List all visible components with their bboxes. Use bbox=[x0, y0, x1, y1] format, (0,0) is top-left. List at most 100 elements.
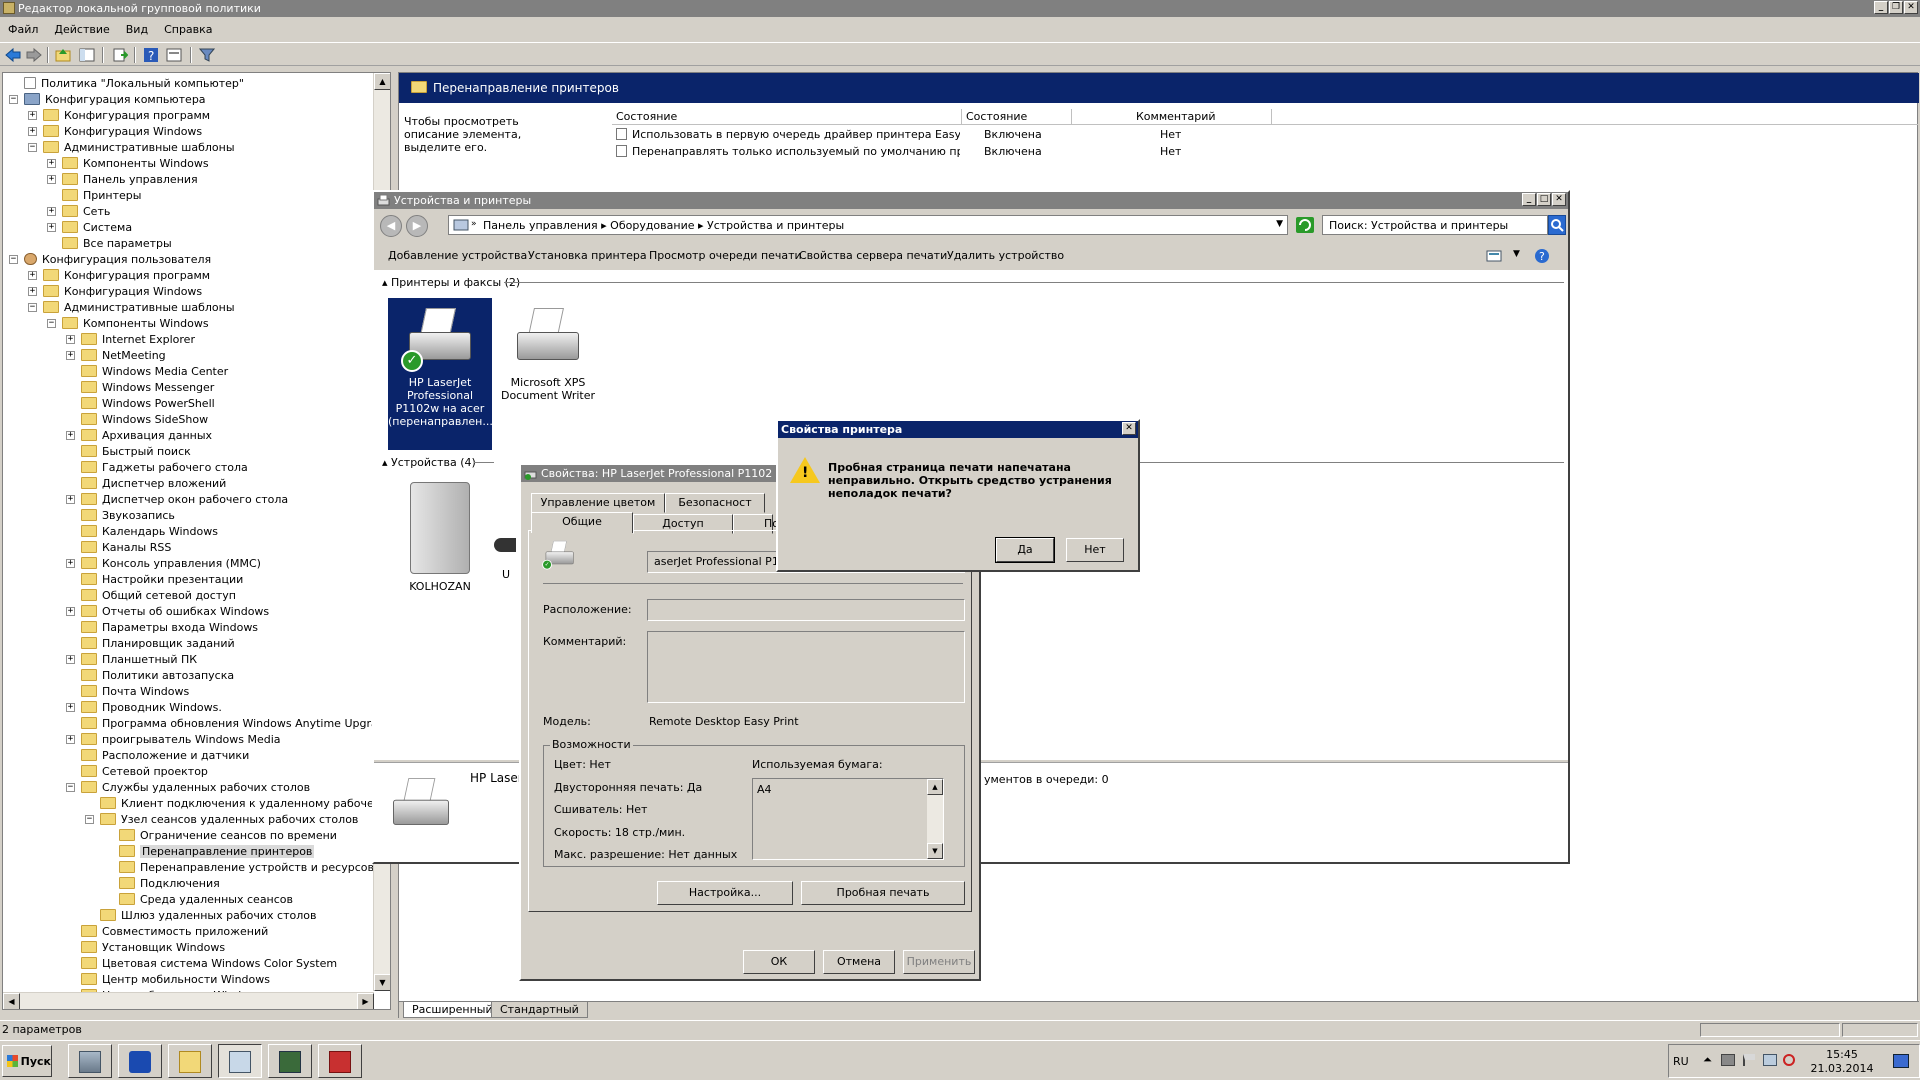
close-button[interactable]: ✕ bbox=[1552, 193, 1566, 206]
collapse-icon[interactable]: − bbox=[9, 254, 18, 264]
minimize-button[interactable]: _ bbox=[1522, 193, 1536, 206]
chevron-down-icon[interactable]: ▼ bbox=[1276, 219, 1283, 229]
filter-icon[interactable] bbox=[199, 47, 215, 63]
expand-icon[interactable]: + bbox=[47, 158, 56, 168]
tree-item[interactable]: Windows PowerShell bbox=[66, 395, 215, 411]
tree-item[interactable]: + Конфигурация программ bbox=[28, 107, 210, 123]
tree-item[interactable]: + Конфигурация Windows bbox=[28, 283, 202, 299]
paper-list[interactable]: A4 ▲ ▼ bbox=[752, 778, 944, 860]
scroll-up-arrow-icon[interactable]: ▲ bbox=[374, 73, 390, 90]
add-printer-button[interactable]: Установка принтера bbox=[528, 249, 647, 262]
yes-button[interactable]: Да bbox=[995, 537, 1055, 563]
up-folder-icon[interactable] bbox=[55, 47, 71, 63]
back-arrow-icon[interactable] bbox=[5, 47, 21, 63]
tree-item[interactable]: Совместимость приложений bbox=[66, 923, 268, 939]
printer-tray-icon[interactable] bbox=[1721, 1054, 1735, 1066]
tree-item[interactable]: Среда удаленных сеансов bbox=[104, 891, 293, 907]
scroll-left-arrow-icon[interactable]: ◀ bbox=[3, 993, 20, 1009]
tree-item[interactable]: + NetMeeting bbox=[66, 347, 166, 363]
tree-item[interactable]: + Планшетный ПК bbox=[66, 651, 197, 667]
collapse-icon[interactable]: − bbox=[28, 142, 37, 152]
tree-item[interactable]: Ограничение сеансов по времени bbox=[104, 827, 337, 843]
ok-button[interactable]: ОК bbox=[743, 950, 815, 974]
chevron-down-icon[interactable]: ▼ bbox=[1513, 249, 1520, 259]
close-button[interactable]: ✕ bbox=[1122, 422, 1136, 435]
taskbar-explorer[interactable] bbox=[168, 1044, 212, 1078]
taskbar-devices-printers[interactable] bbox=[218, 1044, 262, 1078]
tree-item[interactable]: Быстрый поиск bbox=[66, 443, 191, 459]
forward-arrow-icon[interactable] bbox=[26, 47, 42, 63]
tree-horizontal-scrollbar[interactable]: ◀ ▶ bbox=[3, 992, 374, 1009]
expand-icon[interactable]: + bbox=[28, 286, 37, 296]
apply-button[interactable]: Применить bbox=[903, 950, 975, 974]
tree-item[interactable]: Шлюз удаленных рабочих столов bbox=[85, 907, 316, 923]
print-test-page-button[interactable]: Пробная печать bbox=[801, 881, 965, 905]
taskbar-toolbox[interactable] bbox=[318, 1044, 362, 1078]
tree-item[interactable]: Настройки презентации bbox=[66, 571, 243, 587]
menu-action[interactable]: Действие bbox=[46, 23, 117, 36]
expand-icon[interactable]: + bbox=[66, 558, 75, 568]
forward-button[interactable]: ▶ bbox=[406, 215, 428, 237]
breadcrumb[interactable]: Панель управления ▸ Оборудование ▸ Устро… bbox=[483, 219, 844, 232]
tab-security[interactable]: Безопасност bbox=[665, 493, 765, 513]
tree-item[interactable]: Центр мобильности Windows bbox=[66, 971, 270, 987]
location-field[interactable] bbox=[647, 599, 965, 621]
expand-icon[interactable]: + bbox=[47, 222, 56, 232]
search-button[interactable] bbox=[1548, 215, 1566, 235]
chevron-right-icon[interactable]: » bbox=[471, 219, 477, 229]
tree-item[interactable]: − Службы удаленных рабочих столов bbox=[66, 779, 310, 795]
tree-item[interactable]: − Узел сеансов удаленных рабочих столов bbox=[85, 811, 358, 827]
tree-item[interactable]: − Конфигурация компьютера bbox=[9, 91, 206, 107]
tree-item[interactable]: Календарь Windows bbox=[66, 523, 218, 539]
tree-item[interactable]: + Сеть bbox=[47, 203, 110, 219]
expand-icon[interactable]: + bbox=[28, 110, 37, 120]
show-hidden-icons[interactable]: ⏶ bbox=[1703, 1053, 1712, 1067]
tree-item[interactable]: + Диспетчер окон рабочего стола bbox=[66, 491, 288, 507]
menu-file[interactable]: Файл bbox=[0, 23, 46, 36]
column-header-setting[interactable]: Состояние bbox=[612, 109, 962, 125]
device-kolhozan[interactable]: KOLHOZAN bbox=[388, 478, 492, 608]
clock-time[interactable]: 15:45 bbox=[1815, 1048, 1869, 1061]
menu-view[interactable]: Вид bbox=[118, 23, 156, 36]
tree-item[interactable]: Звукозапись bbox=[66, 507, 175, 523]
tree-item[interactable]: Цветовая система Windows Color System bbox=[66, 955, 337, 971]
printing-preferences-button[interactable]: Настройка... bbox=[657, 881, 793, 905]
tab-standard[interactable]: Стандартный bbox=[491, 1002, 588, 1018]
remove-device-button[interactable]: Удалить устройство bbox=[947, 249, 1064, 262]
tree-item[interactable]: Гаджеты рабочего стола bbox=[66, 459, 248, 475]
tree-item[interactable]: + Internet Explorer bbox=[66, 331, 195, 347]
table-row[interactable]: Использовать в первую очередь драйвер пр… bbox=[612, 127, 1918, 143]
tree-item[interactable]: + Консоль управления (MMC) bbox=[66, 555, 261, 571]
tree-item[interactable]: Диспетчер вложений bbox=[66, 475, 226, 491]
printer-hp-laserjet[interactable]: ✓ HP LaserJet Professional P1102w на ace… bbox=[388, 298, 493, 450]
add-device-button[interactable]: Добавление устройства bbox=[388, 249, 527, 262]
tree-item[interactable]: Политики автозапуска bbox=[66, 667, 234, 683]
show-hide-tree-icon[interactable] bbox=[79, 47, 95, 63]
scroll-down-arrow-icon[interactable]: ▼ bbox=[927, 843, 943, 859]
tree-item[interactable]: Перенаправление принтеров bbox=[104, 843, 315, 859]
tree-item[interactable]: − Конфигурация пользователя bbox=[9, 251, 211, 267]
expand-icon[interactable]: + bbox=[28, 126, 37, 136]
device-second[interactable]: U bbox=[486, 478, 516, 608]
start-button[interactable]: Пуск bbox=[2, 1045, 52, 1077]
tree-item[interactable]: Подключения bbox=[104, 875, 220, 891]
column-header-state[interactable]: Состояние bbox=[962, 109, 1072, 125]
tree-item[interactable]: Перенаправление устройств и ресурсов bbox=[104, 859, 374, 875]
tree-item[interactable]: + Компоненты Windows bbox=[47, 155, 209, 171]
refresh-icon[interactable] bbox=[1296, 217, 1314, 233]
menu-help[interactable]: Справка bbox=[156, 23, 220, 36]
expand-icon[interactable]: + bbox=[47, 206, 56, 216]
tree-item[interactable]: Почта Windows bbox=[66, 683, 189, 699]
tree-item[interactable]: + Архивация данных bbox=[66, 427, 212, 443]
close-button[interactable]: ✕ bbox=[1904, 1, 1918, 14]
tree-item[interactable]: + Проводник Windows. bbox=[66, 699, 222, 715]
network-icon[interactable] bbox=[1763, 1054, 1777, 1066]
paper-item[interactable]: A4 bbox=[757, 783, 772, 796]
expand-icon[interactable]: + bbox=[66, 334, 75, 344]
maximize-button[interactable]: □ bbox=[1537, 193, 1551, 206]
action-center-flag-icon[interactable] bbox=[1743, 1054, 1755, 1066]
clock-date[interactable]: 21.03.2014 bbox=[1805, 1062, 1879, 1075]
tree-item[interactable]: Все параметры bbox=[47, 235, 172, 251]
search-input[interactable]: Поиск: Устройства и принтеры bbox=[1322, 215, 1548, 235]
tree-item[interactable]: Windows SideShow bbox=[66, 411, 208, 427]
